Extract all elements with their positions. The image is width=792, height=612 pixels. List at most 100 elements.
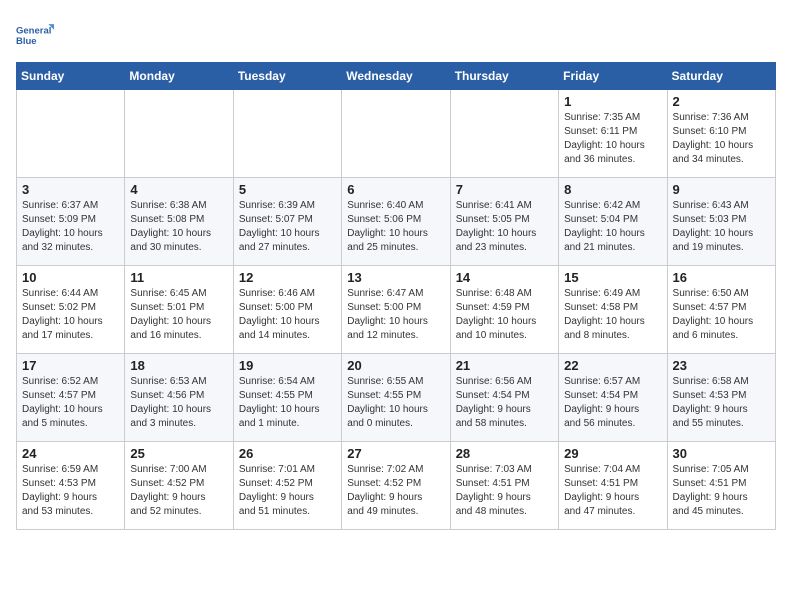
calendar-week-row: 24 Sunrise: 6:59 AM Sunset: 4:53 PM Dayli…	[17, 442, 776, 530]
day-info: Sunrise: 6:45 AM Sunset: 5:01 PM Dayligh…	[130, 287, 227, 343]
calendar-cell: 4 Sunrise: 6:38 AM Sunset: 5:08 PM Daylig…	[125, 178, 233, 266]
calendar-cell: 7 Sunrise: 6:41 AM Sunset: 5:05 PM Daylig…	[450, 178, 558, 266]
calendar-cell: 8 Sunrise: 6:42 AM Sunset: 5:04 PM Daylig…	[559, 178, 667, 266]
calendar-cell: 16 Sunrise: 6:50 AM Sunset: 4:57 PM Dayli…	[667, 266, 775, 354]
day-number: 14	[456, 270, 553, 285]
calendar-cell: 12Sunrise: 6:46 AM Sunset: 5:00 PM Dayli…	[233, 266, 341, 354]
calendar-week-row: 10Sunrise: 6:44 AM Sunset: 5:02 PM Dayli…	[17, 266, 776, 354]
calendar-body: 1 Sunrise: 7:35 AM Sunset: 6:11 PM Daylig…	[17, 90, 776, 530]
day-number: 23	[673, 358, 770, 373]
calendar-cell: 27 Sunrise: 7:02 AM Sunset: 4:52 PM Dayli…	[342, 442, 450, 530]
day-info: Sunrise: 6:43 AM Sunset: 5:03 PM Dayligh…	[673, 199, 770, 255]
calendar-cell: 15 Sunrise: 6:49 AM Sunset: 4:58 PM Dayli…	[559, 266, 667, 354]
calendar-table: SundayMondayTuesdayWednesdayThursdayFrid…	[16, 62, 776, 530]
logo-svg: General Blue	[16, 16, 54, 54]
day-number: 13	[347, 270, 444, 285]
day-number: 28	[456, 446, 553, 461]
day-info: Sunrise: 6:58 AM Sunset: 4:53 PM Dayligh…	[673, 375, 770, 431]
day-number: 26	[239, 446, 336, 461]
calendar-cell	[17, 90, 125, 178]
calendar-cell: 10Sunrise: 6:44 AM Sunset: 5:02 PM Dayli…	[17, 266, 125, 354]
calendar-cell: 19 Sunrise: 6:54 AM Sunset: 4:55 PM Dayli…	[233, 354, 341, 442]
day-number: 8	[564, 182, 661, 197]
day-number: 3	[22, 182, 119, 197]
day-info: Sunrise: 6:56 AM Sunset: 4:54 PM Dayligh…	[456, 375, 553, 431]
calendar-cell: 30Sunrise: 7:05 AM Sunset: 4:51 PM Dayli…	[667, 442, 775, 530]
calendar-cell: 26 Sunrise: 7:01 AM Sunset: 4:52 PM Dayli…	[233, 442, 341, 530]
calendar-header-row: SundayMondayTuesdayWednesdayThursdayFrid…	[17, 63, 776, 90]
day-info: Sunrise: 6:38 AM Sunset: 5:08 PM Dayligh…	[130, 199, 227, 255]
day-number: 27	[347, 446, 444, 461]
weekday-header: Saturday	[667, 63, 775, 90]
day-number: 29	[564, 446, 661, 461]
day-number: 4	[130, 182, 227, 197]
calendar-cell: 28 Sunrise: 7:03 AM Sunset: 4:51 PM Dayli…	[450, 442, 558, 530]
weekday-header: Friday	[559, 63, 667, 90]
day-number: 22	[564, 358, 661, 373]
day-info: Sunrise: 7:01 AM Sunset: 4:52 PM Dayligh…	[239, 463, 336, 519]
day-info: Sunrise: 7:02 AM Sunset: 4:52 PM Dayligh…	[347, 463, 444, 519]
day-number: 30	[673, 446, 770, 461]
day-info: Sunrise: 6:48 AM Sunset: 4:59 PM Dayligh…	[456, 287, 553, 343]
day-number: 15	[564, 270, 661, 285]
day-number: 24	[22, 446, 119, 461]
calendar-cell: 1 Sunrise: 7:35 AM Sunset: 6:11 PM Daylig…	[559, 90, 667, 178]
day-info: Sunrise: 6:47 AM Sunset: 5:00 PM Dayligh…	[347, 287, 444, 343]
calendar-cell: 18 Sunrise: 6:53 AM Sunset: 4:56 PM Dayli…	[125, 354, 233, 442]
calendar-week-row: 1 Sunrise: 7:35 AM Sunset: 6:11 PM Daylig…	[17, 90, 776, 178]
calendar-cell: 13 Sunrise: 6:47 AM Sunset: 5:00 PM Dayli…	[342, 266, 450, 354]
day-info: Sunrise: 6:41 AM Sunset: 5:05 PM Dayligh…	[456, 199, 553, 255]
calendar-cell: 9 Sunrise: 6:43 AM Sunset: 5:03 PM Daylig…	[667, 178, 775, 266]
weekday-header: Wednesday	[342, 63, 450, 90]
day-info: Sunrise: 6:54 AM Sunset: 4:55 PM Dayligh…	[239, 375, 336, 431]
day-info: Sunrise: 6:42 AM Sunset: 5:04 PM Dayligh…	[564, 199, 661, 255]
day-number: 17	[22, 358, 119, 373]
calendar-cell: 22 Sunrise: 6:57 AM Sunset: 4:54 PM Dayli…	[559, 354, 667, 442]
day-info: Sunrise: 6:44 AM Sunset: 5:02 PM Dayligh…	[22, 287, 119, 343]
day-number: 20	[347, 358, 444, 373]
svg-text:General: General	[16, 26, 51, 37]
day-info: Sunrise: 7:04 AM Sunset: 4:51 PM Dayligh…	[564, 463, 661, 519]
calendar-week-row: 17 Sunrise: 6:52 AM Sunset: 4:57 PM Dayli…	[17, 354, 776, 442]
svg-text:Blue: Blue	[16, 36, 37, 47]
day-info: Sunrise: 6:50 AM Sunset: 4:57 PM Dayligh…	[673, 287, 770, 343]
page-header: General Blue	[16, 16, 776, 54]
day-number: 18	[130, 358, 227, 373]
logo[interactable]: General Blue	[16, 16, 54, 54]
day-info: Sunrise: 7:36 AM Sunset: 6:10 PM Dayligh…	[673, 111, 770, 167]
day-number: 25	[130, 446, 227, 461]
weekday-header: Sunday	[17, 63, 125, 90]
day-info: Sunrise: 7:03 AM Sunset: 4:51 PM Dayligh…	[456, 463, 553, 519]
calendar-cell: 6Sunrise: 6:40 AM Sunset: 5:06 PM Daylig…	[342, 178, 450, 266]
day-info: Sunrise: 6:52 AM Sunset: 4:57 PM Dayligh…	[22, 375, 119, 431]
day-info: Sunrise: 7:35 AM Sunset: 6:11 PM Dayligh…	[564, 111, 661, 167]
day-number: 6	[347, 182, 444, 197]
day-number: 19	[239, 358, 336, 373]
day-info: Sunrise: 6:49 AM Sunset: 4:58 PM Dayligh…	[564, 287, 661, 343]
day-number: 16	[673, 270, 770, 285]
calendar-cell	[233, 90, 341, 178]
calendar-week-row: 3 Sunrise: 6:37 AM Sunset: 5:09 PM Daylig…	[17, 178, 776, 266]
calendar-cell: 29 Sunrise: 7:04 AM Sunset: 4:51 PM Dayli…	[559, 442, 667, 530]
calendar-cell: 2 Sunrise: 7:36 AM Sunset: 6:10 PM Daylig…	[667, 90, 775, 178]
calendar-cell	[342, 90, 450, 178]
day-number: 2	[673, 94, 770, 109]
calendar-cell: 20Sunrise: 6:55 AM Sunset: 4:55 PM Dayli…	[342, 354, 450, 442]
calendar-cell	[125, 90, 233, 178]
calendar-cell: 14 Sunrise: 6:48 AM Sunset: 4:59 PM Dayli…	[450, 266, 558, 354]
weekday-header: Thursday	[450, 63, 558, 90]
day-info: Sunrise: 6:37 AM Sunset: 5:09 PM Dayligh…	[22, 199, 119, 255]
day-info: Sunrise: 6:53 AM Sunset: 4:56 PM Dayligh…	[130, 375, 227, 431]
day-number: 1	[564, 94, 661, 109]
day-info: Sunrise: 6:39 AM Sunset: 5:07 PM Dayligh…	[239, 199, 336, 255]
day-info: Sunrise: 6:59 AM Sunset: 4:53 PM Dayligh…	[22, 463, 119, 519]
calendar-cell: 23 Sunrise: 6:58 AM Sunset: 4:53 PM Dayli…	[667, 354, 775, 442]
day-number: 9	[673, 182, 770, 197]
day-number: 5	[239, 182, 336, 197]
weekday-header: Tuesday	[233, 63, 341, 90]
day-info: Sunrise: 6:46 AM Sunset: 5:00 PM Dayligh…	[239, 287, 336, 343]
weekday-header: Monday	[125, 63, 233, 90]
calendar-cell: 25Sunrise: 7:00 AM Sunset: 4:52 PM Dayli…	[125, 442, 233, 530]
day-number: 7	[456, 182, 553, 197]
day-info: Sunrise: 6:57 AM Sunset: 4:54 PM Dayligh…	[564, 375, 661, 431]
